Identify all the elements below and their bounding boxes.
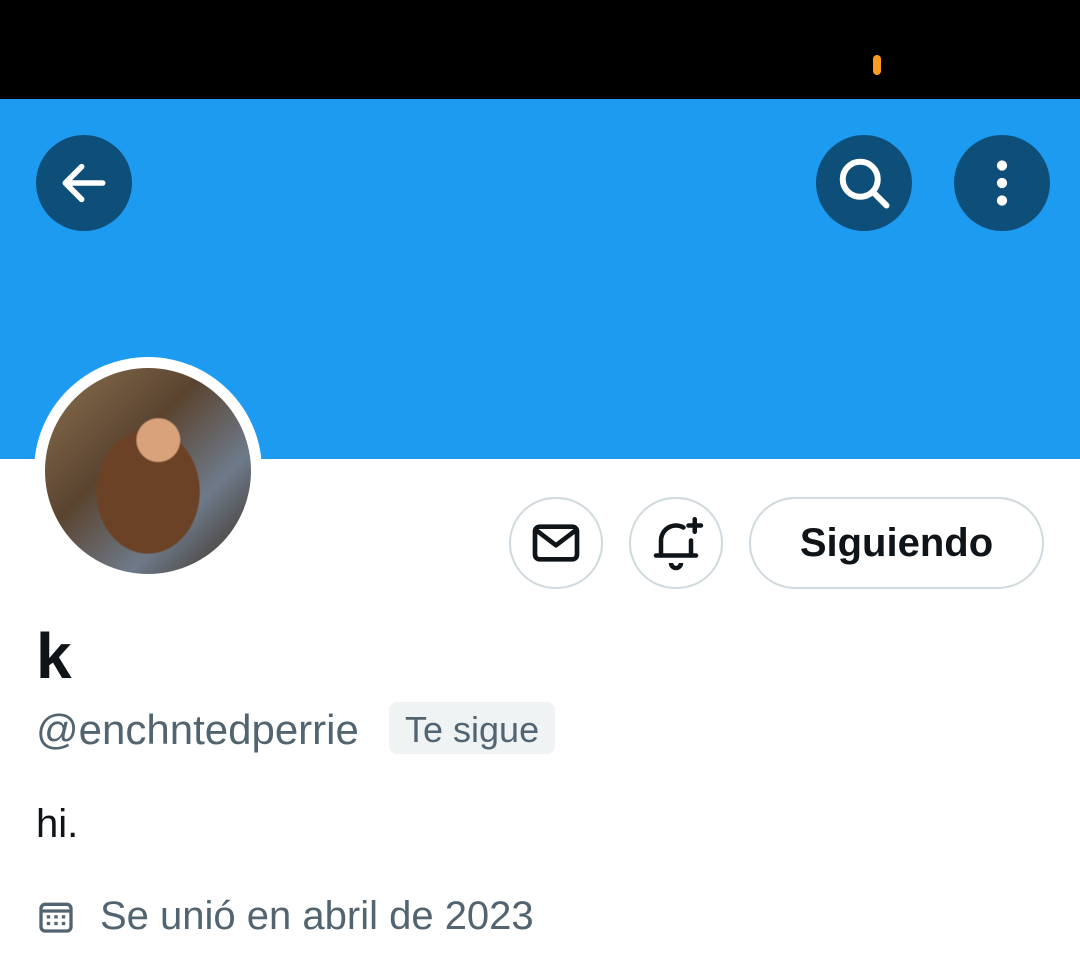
avatar[interactable] (34, 357, 262, 585)
more-vertical-icon (996, 160, 1008, 206)
avatar-image (45, 368, 251, 574)
more-options-button[interactable] (954, 135, 1050, 231)
follows-you-badge: Te sigue (389, 702, 556, 754)
calendar-icon (39, 902, 73, 933)
arrow-left-icon (62, 163, 106, 203)
bell-plus-icon (653, 517, 704, 571)
message-button[interactable] (509, 497, 603, 589)
search-button[interactable] (816, 135, 912, 231)
search-icon (839, 158, 890, 209)
join-date-label: Se unió en abril de 2023 (100, 894, 534, 938)
profile-bio: hi. (36, 802, 79, 846)
display-name: k (36, 620, 72, 692)
following-button-label: Siguiendo (799, 520, 994, 565)
privacy-indicator-dot (873, 55, 881, 75)
join-date: Se unió en abril de 2023 (36, 888, 534, 944)
notifications-button[interactable] (629, 497, 723, 589)
envelope-icon (532, 524, 580, 562)
following-button[interactable]: Siguiendo (749, 497, 1044, 589)
username-handle: @enchntedperrie (36, 706, 359, 753)
status-bar (0, 0, 1080, 99)
back-button[interactable] (36, 135, 132, 231)
